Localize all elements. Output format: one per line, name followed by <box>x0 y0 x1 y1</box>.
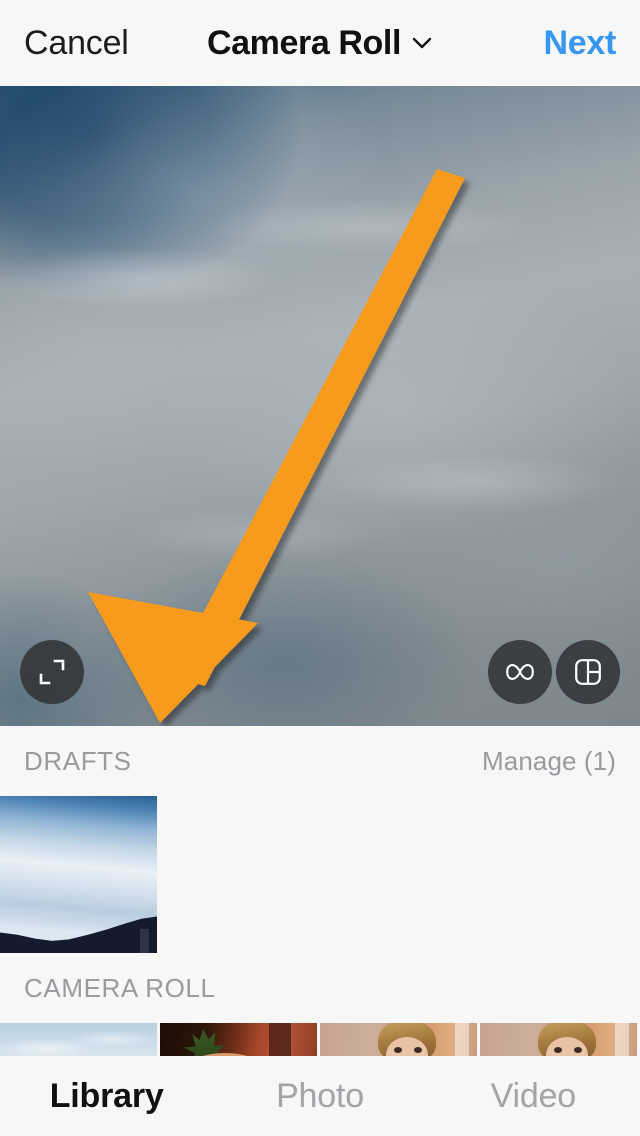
layout-button[interactable] <box>556 640 620 704</box>
preview-image-clouds <box>0 86 640 726</box>
tab-video[interactable]: Video <box>427 1077 640 1116</box>
album-title[interactable]: Camera Roll <box>207 26 401 60</box>
camera-roll-section-header: CAMERA ROLL <box>0 953 640 1023</box>
bottom-tab-bar: Library Photo Video <box>0 1056 640 1136</box>
thumbnail-detail <box>394 1047 402 1053</box>
thumbnail-detail <box>574 1047 582 1053</box>
thumbnail-detail <box>414 1047 422 1053</box>
draft-thumbnail-ridge <box>0 916 157 953</box>
next-button[interactable]: Next <box>544 26 617 60</box>
tab-photo[interactable]: Photo <box>213 1077 426 1116</box>
boomerang-button[interactable] <box>488 640 552 704</box>
photo-preview[interactable] <box>0 86 640 726</box>
camera-roll-label: CAMERA ROLL <box>24 972 216 1003</box>
instagram-new-post-screen: Cancel Camera Roll Next DRAFTS Manage (1… <box>0 0 640 1136</box>
media-list[interactable]: DRAFTS Manage (1) CAMERA ROLL Library Ph… <box>0 726 640 1136</box>
layout-grid-icon <box>573 657 603 687</box>
tab-library[interactable]: Library <box>0 1077 213 1116</box>
draft-thumbnail-pole <box>140 929 149 953</box>
expand-corners-icon <box>37 657 67 687</box>
drafts-label: DRAFTS <box>24 745 132 776</box>
infinity-icon <box>503 661 537 683</box>
drafts-section-header: DRAFTS Manage (1) <box>0 726 640 796</box>
draft-thumbnail[interactable] <box>0 796 157 953</box>
chevron-down-icon[interactable] <box>411 32 433 54</box>
cancel-button[interactable]: Cancel <box>24 26 129 60</box>
drafts-thumbnail-row <box>0 796 640 953</box>
thumbnail-detail <box>554 1047 562 1053</box>
top-navigation-bar: Cancel Camera Roll Next <box>0 0 640 86</box>
manage-drafts-button[interactable]: Manage (1) <box>482 746 616 777</box>
expand-button[interactable] <box>20 640 84 704</box>
